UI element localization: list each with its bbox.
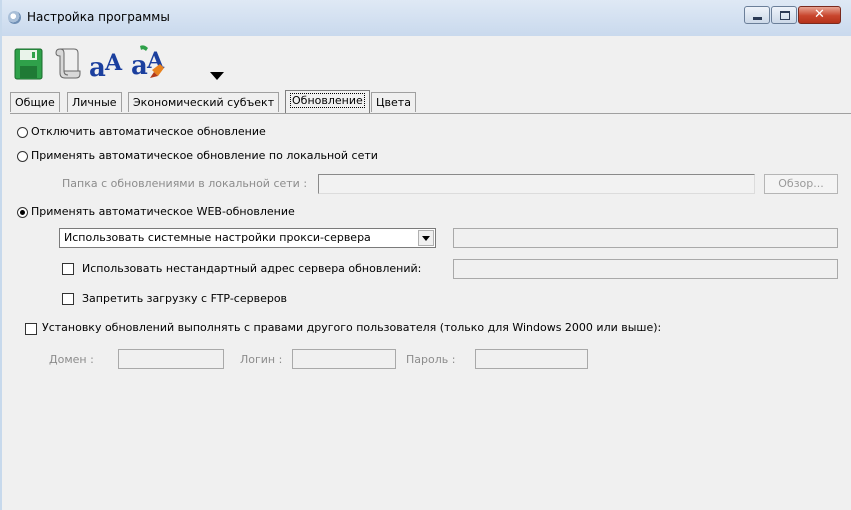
tab-label: Экономический субъект <box>133 96 275 109</box>
password-label: Пароль : <box>406 353 456 366</box>
svg-text:a: a <box>89 53 106 80</box>
minimize-icon <box>753 17 762 20</box>
svg-text:a: a <box>131 51 148 80</box>
radio-web-update[interactable] <box>17 207 28 218</box>
proxy-select[interactable]: Использовать системные настройки прокси-… <box>59 228 436 248</box>
maximize-icon <box>780 11 790 20</box>
font-icon[interactable]: a A <box>88 46 126 80</box>
font-color-icon[interactable]: a A <box>130 44 170 80</box>
lan-folder-field[interactable] <box>318 174 755 194</box>
tab-update[interactable]: Обновление <box>285 90 370 113</box>
disable-auto-update-label: Отключить автоматическое обновление <box>31 125 266 138</box>
radio-disable-auto-update[interactable] <box>17 127 28 138</box>
other-user-label: Установку обновлений выполнять с правами… <box>42 321 662 334</box>
tab-label: Общие <box>15 96 55 109</box>
proxy-extra-field[interactable] <box>453 228 838 248</box>
domain-field[interactable] <box>118 349 224 369</box>
tab-label: Цвета <box>376 96 411 109</box>
settings-window: Настройка программы ✕ a A a A Общие Личн… <box>0 0 851 510</box>
dropdown-arrow-icon[interactable] <box>210 72 224 80</box>
save-icon[interactable] <box>14 46 44 82</box>
login-label: Логин : <box>240 353 283 366</box>
maximize-button[interactable] <box>771 6 797 24</box>
other-user-checkbox[interactable] <box>25 323 37 335</box>
ftp-block-checkbox[interactable] <box>62 293 74 305</box>
scroll-icon[interactable] <box>52 45 82 81</box>
tab-label: Обновление <box>290 93 365 108</box>
login-field[interactable] <box>292 349 396 369</box>
tab-colors[interactable]: Цвета <box>371 92 416 112</box>
custom-server-label: Использовать нестандартный адрес сервера… <box>82 262 422 275</box>
browse-button[interactable]: Обзор... <box>764 174 838 194</box>
tab-personal[interactable]: Личные <box>67 92 122 112</box>
tab-economic-subject[interactable]: Экономический субъект <box>128 92 280 112</box>
tab-label: Личные <box>72 96 117 109</box>
title-bar[interactable]: Настройка программы ✕ <box>2 0 851 36</box>
toolbar: a A a A <box>2 36 242 88</box>
tab-divider <box>10 113 851 114</box>
custom-server-checkbox[interactable] <box>62 263 74 275</box>
ftp-block-label: Запретить загрузку с FTP-серверов <box>82 292 288 305</box>
close-icon: ✕ <box>814 7 825 22</box>
radio-lan-update[interactable] <box>17 151 28 162</box>
password-field[interactable] <box>475 349 588 369</box>
proxy-select-value: Использовать системные настройки прокси-… <box>64 231 371 244</box>
chevron-down-icon[interactable] <box>418 230 434 246</box>
svg-text:A: A <box>104 50 123 76</box>
tab-general[interactable]: Общие <box>10 92 60 112</box>
minimize-button[interactable] <box>744 6 770 24</box>
lan-folder-label: Папка с обновлениями в локальной сети : <box>62 177 308 190</box>
domain-label: Домен : <box>49 353 94 366</box>
web-update-label: Применять автоматическое WEB-обновление <box>31 205 295 218</box>
window-title: Настройка программы <box>27 10 170 24</box>
lan-update-label: Применять автоматическое обновление по л… <box>31 149 378 162</box>
app-icon <box>8 11 21 24</box>
close-button[interactable]: ✕ <box>798 6 841 24</box>
custom-server-field[interactable] <box>453 259 838 279</box>
